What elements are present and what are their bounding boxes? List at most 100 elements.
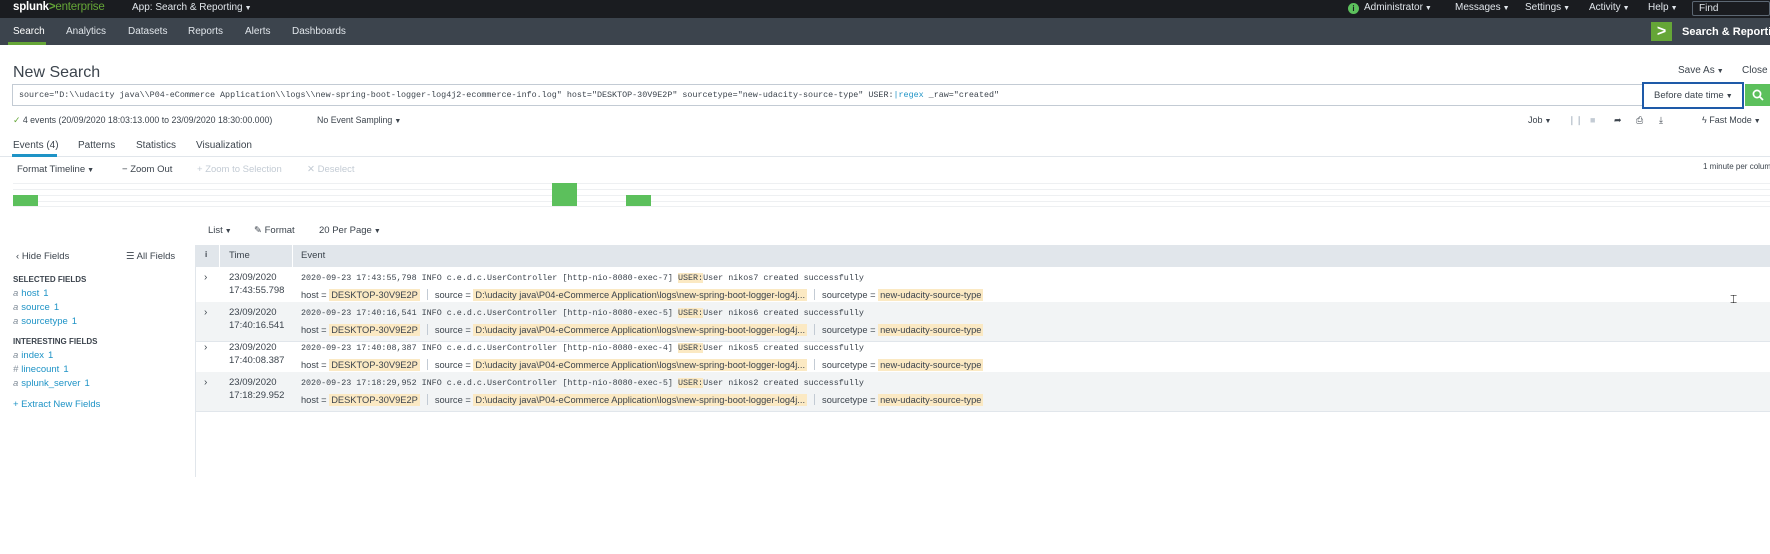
mouse-cursor-icon: ⌶ — [1730, 292, 1738, 306]
expand-row-icon[interactable]: › — [204, 342, 207, 353]
zoom-to-selection-button[interactable]: + Zoom to Selection — [197, 164, 282, 175]
job-menu[interactable]: Job ▼ — [1528, 115, 1551, 125]
caret-down-icon: ▼ — [1502, 5, 1510, 12]
app-menu[interactable]: App: Search & Reporting ▼ — [132, 2, 252, 13]
meta-divider — [426, 359, 428, 370]
deselect-button[interactable]: ✕ Deselect — [307, 164, 355, 175]
event-highlight[interactable]: USER: — [677, 378, 704, 388]
logo-text: splunk — [13, 1, 49, 13]
info-icon[interactable]: i — [1348, 3, 1359, 14]
event-raw: 2020-09-23 17:40:16,541 INFO c.e.d.c.Use… — [301, 308, 864, 318]
nav-search[interactable]: Search — [13, 26, 45, 37]
source-label: source = — [434, 325, 471, 335]
nav-dashboards[interactable]: Dashboards — [292, 26, 346, 37]
field-source[interactable]: a source 1 — [13, 302, 59, 313]
nav-alerts[interactable]: Alerts — [245, 26, 271, 37]
nav-reports[interactable]: Reports — [188, 26, 223, 37]
format-timeline-button[interactable]: Format Timeline ▼ — [17, 164, 94, 175]
nav-analytics[interactable]: Analytics — [66, 26, 106, 37]
event-highlight[interactable]: USER: — [677, 273, 704, 283]
event-raw-text: 2020-09-23 17:18:29,952 INFO c.e.d.c.Use… — [301, 378, 678, 388]
host-value[interactable]: DESKTOP-30V9E2P — [329, 289, 420, 301]
timeline-bar[interactable] — [13, 195, 38, 206]
source-value[interactable]: D:\udacity java\P04-eCommerce Applicatio… — [473, 394, 808, 406]
source-label: source = — [434, 290, 471, 300]
time-column-header[interactable]: Time — [229, 250, 250, 261]
field-linecount[interactable]: # linecount 1 — [13, 364, 69, 375]
find-input[interactable]: Find — [1692, 1, 1770, 16]
nav-datasets[interactable]: Datasets — [128, 26, 167, 37]
time-range-picker[interactable]: Before date time ▼ — [1642, 82, 1744, 109]
messages-menu[interactable]: Messages ▼ — [1455, 2, 1510, 13]
print-icon[interactable]: ⎙ — [1636, 115, 1643, 126]
pause-icon[interactable]: ❙❙ — [1568, 115, 1583, 126]
stop-icon[interactable]: ■ — [1590, 115, 1595, 125]
caret-down-icon: ▼ — [224, 228, 232, 235]
host-value[interactable]: DESKTOP-30V9E2P — [329, 394, 420, 406]
host-value[interactable]: DESKTOP-30V9E2P — [329, 359, 420, 371]
event-highlight[interactable]: USER: — [677, 343, 704, 353]
event-highlight[interactable]: USER: — [677, 308, 704, 318]
field-count: 1 — [63, 364, 69, 375]
field-splunk-server[interactable]: a splunk_server 1 — [13, 378, 90, 389]
event-timestamp: 17:40:16.541 — [229, 319, 285, 331]
settings-menu[interactable]: Settings ▼ — [1525, 2, 1570, 13]
list-view-dropdown[interactable]: List ▼ — [208, 225, 232, 236]
timeline-gridline — [13, 195, 1770, 196]
hide-fields-button[interactable]: ‹ Hide Fields — [16, 251, 69, 262]
check-icon: ✓ — [13, 115, 23, 125]
meta-divider — [426, 394, 428, 405]
field-host[interactable]: a host 1 — [13, 288, 49, 299]
field-name: splunk_server — [21, 378, 81, 389]
export-icon[interactable]: ⤓ — [1659, 115, 1663, 126]
all-fields-button[interactable]: ☰ All Fields — [126, 251, 175, 262]
source-value[interactable]: D:\udacity java\P04-eCommerce Applicatio… — [473, 324, 808, 336]
timeline-bar[interactable] — [552, 183, 577, 206]
zoom-out-button[interactable]: − Zoom Out — [122, 164, 172, 175]
expand-row-icon[interactable]: › — [204, 377, 207, 388]
help-menu[interactable]: Help ▼ — [1648, 2, 1678, 13]
logo-product: enterprise — [55, 1, 105, 13]
splunk-logo[interactable]: splunk>enterprise — [13, 1, 105, 13]
search-query-input[interactable]: source="D:\\udacity java\\P04-eCommerce … — [12, 84, 1642, 106]
expand-row-icon[interactable]: › — [204, 307, 207, 318]
meta-divider — [814, 394, 816, 405]
sourcetype-value[interactable]: new-udacity-source-type — [878, 394, 984, 406]
sourcetype-value[interactable]: new-udacity-source-type — [878, 289, 984, 301]
sourcetype-value[interactable]: new-udacity-source-type — [878, 359, 984, 371]
search-button[interactable] — [1745, 84, 1770, 106]
expand-row-icon[interactable]: › — [204, 272, 207, 283]
per-page-label: 20 Per Page — [319, 225, 372, 236]
format-button[interactable]: ✎ Format — [254, 225, 295, 236]
host-value[interactable]: DESKTOP-30V9E2P — [329, 324, 420, 336]
field-name: index — [21, 350, 45, 361]
search-mode-label: Fast Mode — [1709, 115, 1752, 125]
sourcetype-label: sourcetype = — [822, 360, 876, 370]
app-menu-label: App: Search & Reporting — [132, 2, 243, 13]
field-sourcetype[interactable]: a sourcetype 1 — [13, 316, 77, 327]
source-value[interactable]: D:\udacity java\P04-eCommerce Applicatio… — [473, 359, 808, 371]
save-as-button[interactable]: Save As ▼ — [1678, 65, 1724, 76]
per-page-dropdown[interactable]: 20 Per Page ▼ — [319, 225, 381, 236]
tab-patterns[interactable]: Patterns — [78, 140, 115, 151]
caret-down-icon: ▼ — [1424, 5, 1432, 12]
sourcetype-value[interactable]: new-udacity-source-type — [878, 324, 984, 336]
format-label: Format — [264, 225, 295, 236]
timeline-bar[interactable] — [626, 195, 651, 206]
field-index[interactable]: a index 1 — [13, 350, 53, 361]
tab-events[interactable]: Events (4) — [13, 140, 59, 151]
administrator-menu[interactable]: Administrator ▼ — [1364, 2, 1432, 13]
close-icon: ✕ — [307, 164, 318, 175]
tab-visualization[interactable]: Visualization — [196, 140, 252, 151]
source-value[interactable]: D:\udacity java\P04-eCommerce Applicatio… — [473, 289, 808, 301]
tab-statistics[interactable]: Statistics — [136, 140, 176, 151]
activity-menu[interactable]: Activity ▼ — [1589, 2, 1630, 13]
event-date: 23/09/2020 — [229, 377, 277, 388]
pencil-icon: ✎ — [254, 225, 265, 236]
search-mode-dropdown[interactable]: ϟ Fast Mode ▼ — [1702, 115, 1761, 125]
extract-new-fields-link[interactable]: + Extract New Fields — [13, 399, 100, 410]
event-time: 23/09/2020 17:40:08.387 — [229, 342, 284, 367]
share-icon[interactable]: ➦ — [1614, 115, 1622, 126]
close-button[interactable]: Close — [1742, 65, 1768, 76]
event-sampling-dropdown[interactable]: No Event Sampling ▼ — [317, 115, 401, 125]
